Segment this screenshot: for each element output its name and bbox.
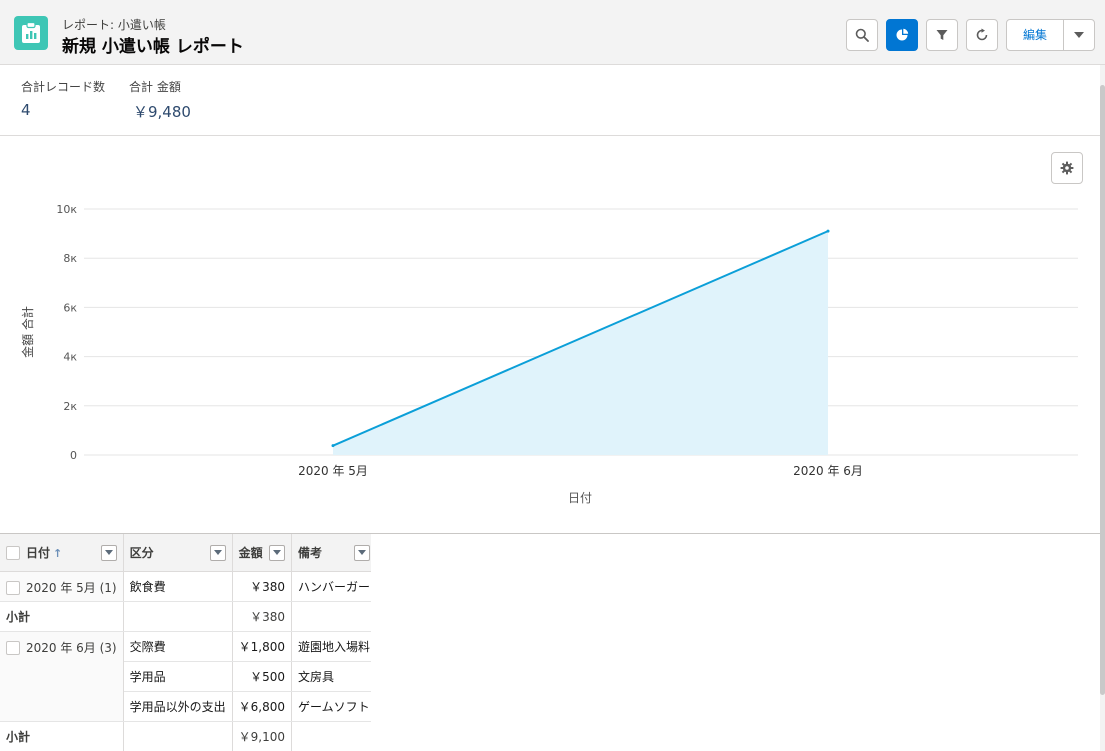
column-label-amount: 金額 [238, 545, 263, 560]
chart-toggle-button[interactable] [886, 19, 918, 51]
subtotal-label: 小計 [0, 601, 124, 632]
category-cell: 学用品 [123, 661, 233, 692]
amount-cell: ￥500 [232, 661, 293, 692]
refresh-button[interactable] [966, 19, 998, 51]
column-menu-amount[interactable] [269, 545, 285, 561]
column-label-category: 区分 [129, 545, 154, 560]
column-menu-category[interactable] [209, 545, 226, 561]
table-row: 2020 年 6月 (3) 交際費 ￥1,800 遊園地入場料 [0, 631, 371, 722]
amount-cell: ￥380 [232, 571, 293, 602]
chevron-down-icon [1074, 32, 1084, 38]
chevron-down-icon [213, 550, 222, 555]
report-table: 日付 ↑ 区分 金額 備考 2020 年 5月 (1) 飲食費 ￥380 ハンバー… [0, 534, 371, 751]
record-count-label: 合計レコード数 [21, 80, 106, 94]
column-menu-date[interactable] [100, 545, 117, 561]
column-menu-note[interactable] [354, 545, 371, 561]
amount-cell: ￥1,800 [232, 631, 293, 662]
y-tick-label: 4к [63, 351, 77, 364]
search-icon [855, 28, 869, 42]
row-checkbox[interactable] [6, 640, 20, 655]
y-tick-label: 8к [63, 252, 77, 265]
record-count-value: 4 [21, 101, 31, 119]
data-point [331, 444, 335, 448]
column-header-date[interactable]: 日付 ↑ [0, 534, 124, 572]
search-button[interactable] [846, 19, 878, 51]
chart-settings-button[interactable] [1051, 152, 1083, 184]
x-axis-label: 日付 [568, 491, 592, 505]
y-axis-label: 金額 合計 [20, 306, 35, 358]
chart-panel: 0 2к 4к 6к 8к 10к 2020 年 5月 2020 年 6月日付 金額 合計 [0, 136, 1100, 534]
area-chart: 0 2к 4к 6к 8к 10к 2020 年 5月 2020 年 6月日付 金額 合計 [20, 203, 1078, 505]
note-cell: ゲームソフト [291, 691, 371, 722]
chevron-down-icon [358, 550, 367, 555]
group-cell: 2020 年 6月 (3) [0, 631, 124, 722]
chevron-down-icon [273, 550, 281, 555]
area-fill [333, 231, 828, 455]
report-app-icon [14, 16, 48, 50]
group-cell: 2020 年 5月 (1) [0, 571, 124, 602]
x-tick-label: 2020 年 5月 [298, 464, 368, 478]
group-label: 2020 年 6月 (3) [26, 640, 117, 655]
column-header-amount[interactable]: 金額 [232, 534, 293, 572]
category-cell: 学用品以外の支出 [123, 691, 233, 722]
y-tick-label: 6к [63, 301, 77, 314]
page-title: 新規 小遣い帳 レポート [62, 37, 244, 57]
edit-menu-button[interactable] [1063, 19, 1095, 51]
chevron-down-icon [104, 550, 113, 555]
table-row: 2020 年 5月 (1) 飲食費 ￥380 ハンバーガー [0, 571, 371, 602]
page-scrollbar-thumb[interactable] [1100, 85, 1105, 695]
subtotal-row: 小計 ￥380 [0, 601, 371, 632]
column-label-note: 備考 [298, 545, 323, 560]
row-checkbox[interactable] [6, 580, 20, 595]
pie-chart-icon [896, 28, 909, 41]
column-label-date: 日付 [26, 545, 51, 560]
sort-ascending-icon[interactable]: ↑ [53, 547, 62, 560]
note-cell: ハンバーガー [291, 571, 371, 602]
empty-cell [123, 721, 233, 751]
empty-cell [291, 601, 371, 632]
gear-icon [1060, 161, 1074, 175]
subtotal-amount: ￥380 [232, 601, 293, 632]
filter-button[interactable] [926, 19, 958, 51]
y-tick-label: 10к [56, 203, 77, 216]
column-header-note[interactable]: 備考 [291, 534, 371, 572]
group-label: 2020 年 5月 (1) [26, 580, 117, 595]
page-header: レポート: 小遣い帳 新規 小遣い帳 レポート 編集 [0, 0, 1105, 65]
amount-total-label: 合計 金額 [129, 80, 181, 94]
category-cell: 交際費 [123, 631, 233, 662]
y-tick-label: 2к [63, 400, 77, 413]
note-cell: 遊園地入場料 [291, 631, 371, 662]
subtotal-row: 小計 ￥9,100 [0, 721, 371, 751]
category-cell: 飲食費 [123, 571, 233, 602]
data-point [826, 229, 830, 233]
column-header-category[interactable]: 区分 [123, 534, 233, 572]
empty-cell [123, 601, 233, 632]
subtotal-label: 小計 [0, 721, 124, 751]
select-all-checkbox[interactable] [6, 545, 20, 560]
note-cell: 文房具 [291, 661, 371, 692]
amount-cell: ￥6,800 [232, 691, 293, 722]
empty-cell [291, 721, 371, 751]
subtotal-amount: ￥9,100 [232, 721, 293, 751]
filter-icon [936, 30, 948, 40]
x-tick-label: 2020 年 6月 [793, 464, 863, 478]
edit-button[interactable]: 編集 [1006, 19, 1064, 51]
refresh-icon [976, 28, 988, 41]
y-tick-label: 0 [70, 449, 77, 462]
report-summary: 合計レコード数 4 合計 金額 ￥9,480 [0, 65, 1100, 136]
amount-total-value: ￥9,480 [133, 103, 191, 121]
report-type-label: レポート: 小遣い帳 [62, 18, 166, 32]
